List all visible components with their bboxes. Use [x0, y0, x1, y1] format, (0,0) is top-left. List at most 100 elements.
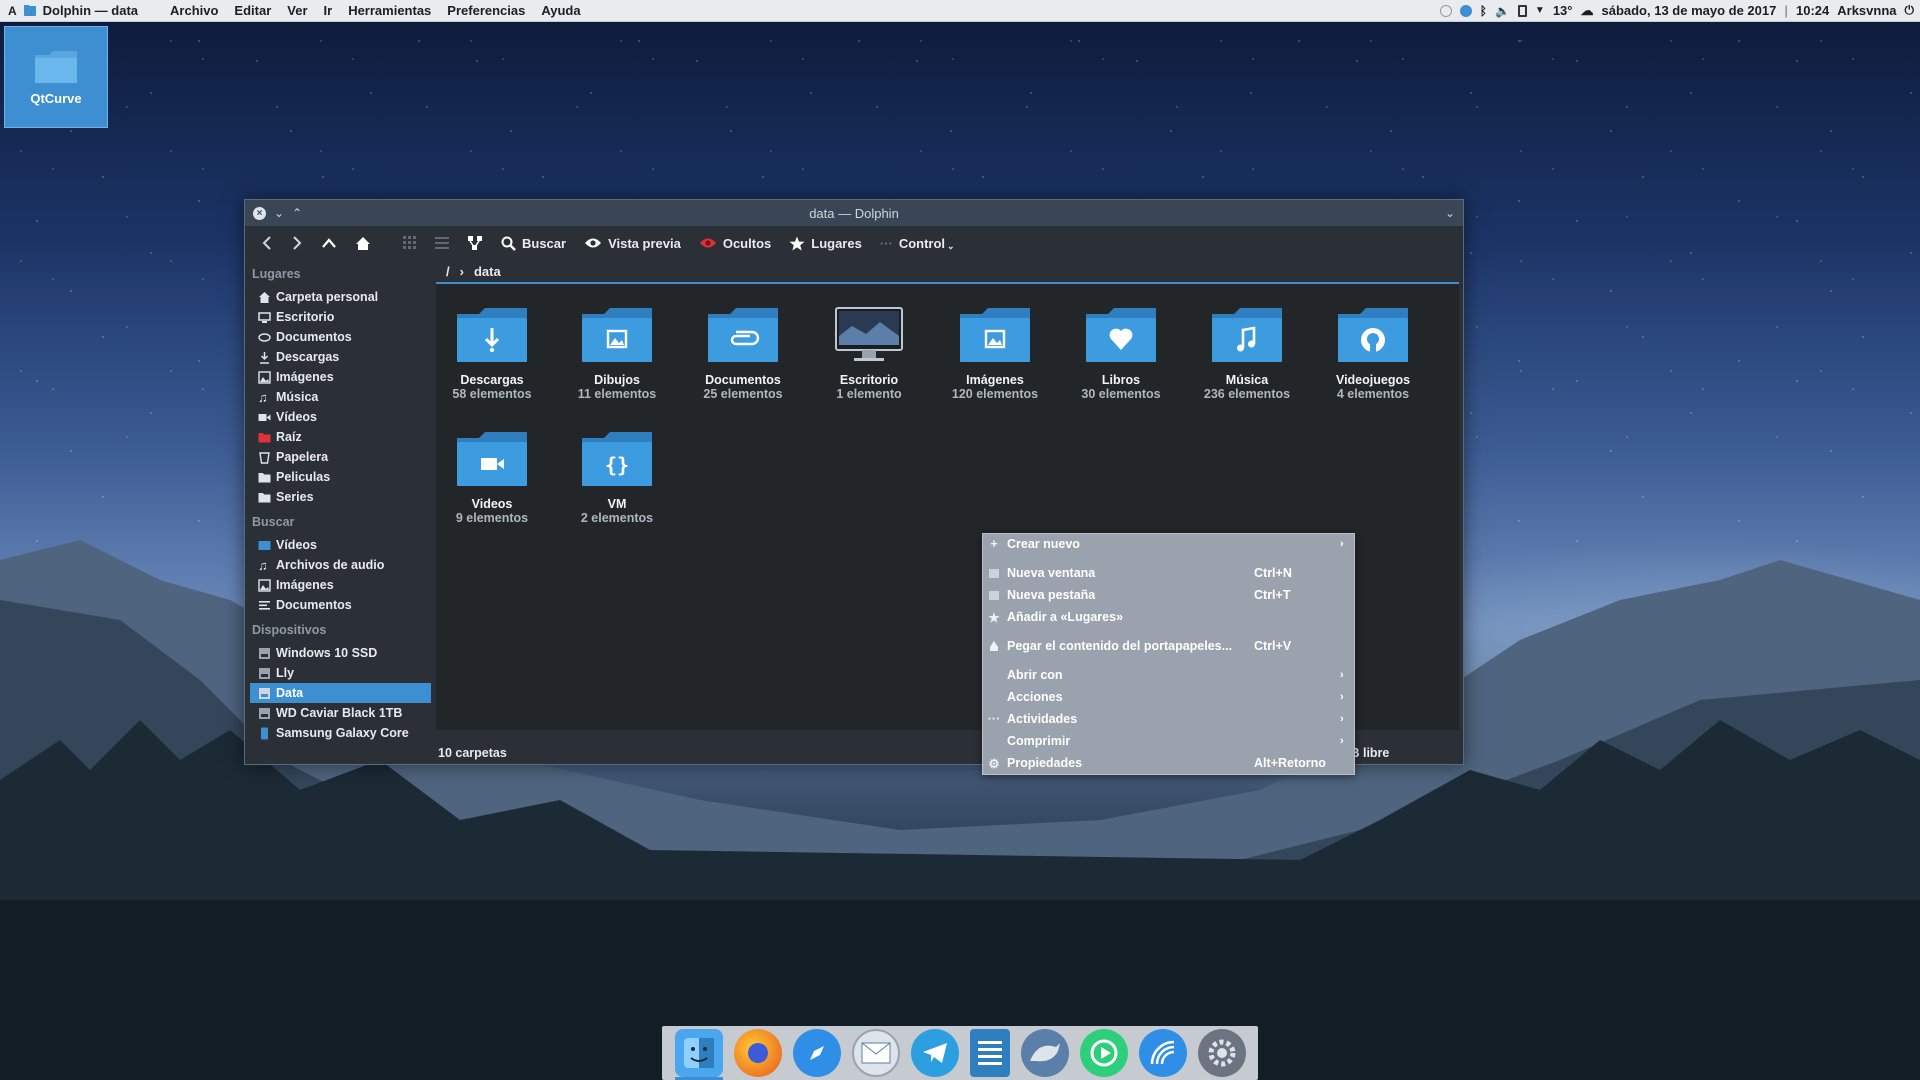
item-name: Libros: [1101, 373, 1141, 387]
places-label: Lugares: [811, 235, 862, 251]
dock-browser-icon[interactable]: [1138, 1029, 1187, 1077]
menu-editar[interactable]: Editar: [226, 3, 279, 18]
icons-view-button[interactable]: [397, 236, 423, 250]
forward-button[interactable]: [285, 235, 309, 251]
menu-item-actividades[interactable]: ··· Actividades ›: [983, 709, 1354, 729]
window-menu-icon[interactable]: ⌄: [1445, 206, 1455, 220]
temperature[interactable]: 13°: [1553, 3, 1573, 18]
sidebar-item-label: Escritorio: [276, 310, 335, 324]
sidebar-item-trash[interactable]: Papelera: [250, 447, 431, 467]
settings-tray-icon[interactable]: [1459, 4, 1472, 17]
breadcrumb-root[interactable]: /: [446, 264, 450, 279]
folder-item[interactable]: Documentos 25 elementos: [680, 306, 806, 401]
search-button[interactable]: Buscar: [495, 236, 572, 251]
menu-item-anadir-lugares[interactable]: ★ Añadir a «Lugares»: [983, 607, 1354, 627]
menu-item-crear-nuevo[interactable]: + Crear nuevo ›: [983, 534, 1354, 554]
folder-item[interactable]: Videos 9 elementos: [429, 430, 555, 525]
folder-item[interactable]: Imágenes 120 elementos: [932, 306, 1058, 401]
sidebar-item-desktop[interactable]: Escritorio: [250, 307, 431, 327]
up-button[interactable]: [315, 237, 343, 249]
time[interactable]: 10:24: [1796, 3, 1829, 18]
sidebar-item-home[interactable]: Carpeta personal: [250, 287, 431, 307]
sidebar-device-data[interactable]: Data: [250, 683, 431, 703]
folder-item[interactable]: Videojuegos 4 elementos: [1310, 306, 1436, 401]
control-menu-button[interactable]: ··· Control ⌄: [874, 235, 961, 252]
menu-ayuda[interactable]: Ayuda: [533, 3, 588, 18]
sidebar-search-documents[interactable]: Documentos: [250, 595, 431, 615]
drive-icon: [259, 687, 270, 699]
item-name: Música: [1225, 373, 1269, 387]
launcher-icon[interactable]: A: [8, 4, 17, 18]
dock-player-icon[interactable]: [1079, 1029, 1128, 1077]
sidebar-item-root[interactable]: Raíz: [250, 427, 431, 447]
menu-item-nueva-ventana[interactable]: Nueva ventana Ctrl+N: [983, 563, 1354, 583]
dock-dolphin-icon[interactable]: [1020, 1029, 1069, 1077]
folder-item[interactable]: Música 236 elementos: [1184, 306, 1310, 401]
item-name: Documentos: [705, 373, 781, 387]
hidden-eye-icon: [699, 238, 716, 248]
active-app[interactable]: A Dolphin — data: [0, 3, 146, 18]
folder-item[interactable]: Dibujos 11 elementos: [554, 306, 680, 401]
menu-item-acciones[interactable]: Acciones ›: [983, 687, 1354, 707]
tree-view-button[interactable]: [461, 235, 489, 251]
list-view-button[interactable]: [429, 237, 455, 249]
drive-icon: [259, 667, 270, 679]
hidden-files-button[interactable]: Ocultos: [693, 236, 777, 251]
menu-item-pegar[interactable]: Pegar el contenido del portapapeles... Ct…: [983, 636, 1354, 656]
preview-button[interactable]: Vista previa: [578, 236, 687, 251]
folder-item[interactable]: {} VM 2 elementos: [554, 430, 680, 525]
bluetooth-icon[interactable]: ᛒ: [1480, 4, 1487, 18]
power-icon[interactable]: ⏻: [1905, 3, 1915, 18]
clock-tray-icon[interactable]: [1439, 4, 1452, 17]
dock-notes-icon[interactable]: [969, 1029, 1010, 1077]
menu-item-shortcut: Ctrl+N: [1254, 566, 1292, 580]
list-icon: [435, 237, 449, 249]
sidebar-item-documents[interactable]: Documentos: [250, 327, 431, 347]
menu-herramientas[interactable]: Herramientas: [340, 3, 439, 18]
breadcrumb-current[interactable]: data: [474, 264, 501, 279]
menu-ver[interactable]: Ver: [279, 3, 315, 18]
places-button[interactable]: Lugares: [783, 236, 868, 251]
network-dropdown-icon[interactable]: ▼: [1535, 5, 1545, 16]
sidebar-search-audio[interactable]: ♫ Archivos de audio: [250, 555, 431, 575]
sidebar-item-series[interactable]: Series: [250, 487, 431, 507]
home-button[interactable]: [349, 236, 377, 251]
sidebar-device-lly[interactable]: Lly: [250, 663, 431, 683]
sidebar-device-wd[interactable]: WD Caviar Black 1TB: [250, 703, 431, 723]
sidebar-search-videos[interactable]: Vídeos: [250, 535, 431, 555]
dock-firefox-icon[interactable]: [733, 1029, 782, 1077]
volume-icon[interactable]: 🔈: [1495, 4, 1510, 18]
menu-preferencias[interactable]: Preferencias: [439, 3, 533, 18]
menu-item-propiedades[interactable]: ⚙ Propiedades Alt+Retorno: [983, 753, 1354, 773]
menu-archivo[interactable]: Archivo: [162, 3, 226, 18]
folder-item[interactable]: Libros 30 elementos: [1058, 306, 1184, 401]
folder-item[interactable]: Descargas 58 elementos: [429, 306, 555, 401]
sidebar-item-label: Documentos: [276, 598, 352, 612]
sidebar-device-windows[interactable]: Windows 10 SSD: [250, 643, 431, 663]
item-count: 4 elementos: [1336, 387, 1410, 401]
menu-item-shortcut: Alt+Retorno: [1254, 756, 1326, 770]
sidebar-item-downloads[interactable]: Descargas: [250, 347, 431, 367]
window-titlebar[interactable]: × ⌄ ⌃ data — Dolphin ⌄: [245, 200, 1463, 226]
user-name[interactable]: Arksvnna: [1837, 3, 1896, 18]
dock-finder-icon[interactable]: [674, 1029, 723, 1080]
dock-safari-icon[interactable]: [792, 1029, 841, 1077]
menu-ir[interactable]: Ir: [316, 3, 341, 18]
sidebar-search-images[interactable]: Imágenes: [250, 575, 431, 595]
clipboard-icon[interactable]: [1517, 4, 1527, 17]
menu-item-abrir-con[interactable]: Abrir con ›: [983, 665, 1354, 685]
menu-item-nueva-pestana[interactable]: Nueva pestaña Ctrl+T: [983, 585, 1354, 605]
back-button[interactable]: [255, 235, 279, 251]
sidebar-item-peliculas[interactable]: Peliculas: [250, 467, 431, 487]
folder-item[interactable]: Escritorio 1 elemento: [806, 306, 932, 401]
sidebar-device-samsung[interactable]: Samsung Galaxy Core: [250, 723, 431, 743]
dock-settings-icon[interactable]: [1197, 1029, 1246, 1077]
sidebar-item-videos[interactable]: Vídeos: [250, 407, 431, 427]
dock-mail-icon[interactable]: [851, 1029, 900, 1077]
menu-item-comprimir[interactable]: Comprimir ›: [983, 731, 1354, 751]
sidebar-item-music[interactable]: ♫ Música: [250, 387, 431, 407]
sidebar-item-images[interactable]: Imágenes: [250, 367, 431, 387]
date[interactable]: sábado, 13 de mayo de 2017: [1601, 3, 1776, 18]
desktop-folder-qtcurve[interactable]: QtCurve: [4, 26, 108, 128]
dock-telegram-icon[interactable]: [910, 1029, 959, 1077]
